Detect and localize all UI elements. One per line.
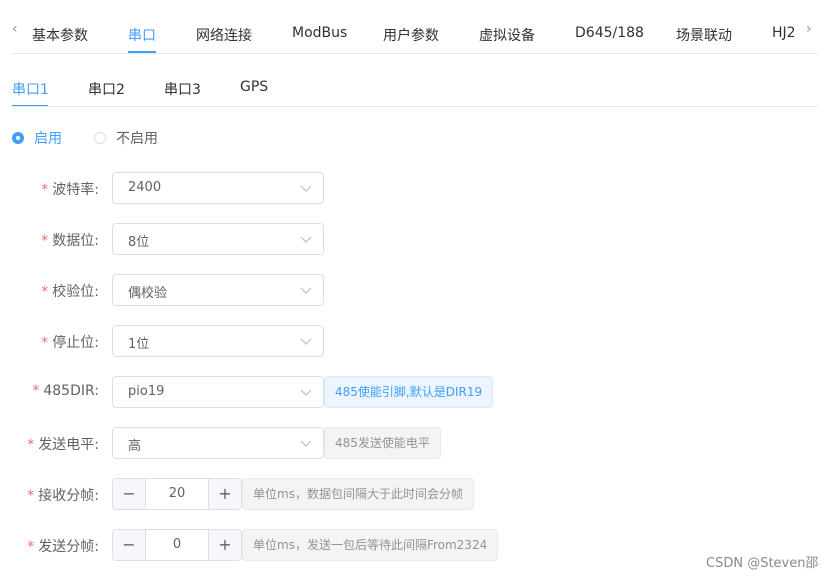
radio-unchecked-icon: [94, 132, 106, 144]
chevron-left-icon[interactable]: ‹: [12, 22, 18, 36]
stop-bits-select[interactable]: 1位: [112, 325, 324, 357]
form-row-stop-bits: * 停止位: 1位: [0, 325, 836, 357]
tab-hj2[interactable]: HJ2: [772, 25, 796, 41]
required-mark: *: [41, 233, 49, 249]
subtab-divider: [12, 106, 818, 107]
radio-disable-label: 不启用: [116, 131, 158, 147]
tab-d645[interactable]: D645/188: [575, 25, 644, 41]
tab-scene-linkage[interactable]: 场景联动: [676, 25, 732, 45]
tab-serial-2[interactable]: 串口2: [88, 79, 125, 99]
recv-frame-label: * 接收分帧:: [27, 488, 99, 504]
radio-checked-icon: [12, 132, 24, 144]
tab-divider: [12, 53, 818, 54]
send-level-label: * 发送电平:: [27, 437, 99, 453]
tab-network[interactable]: 网络连接: [196, 25, 252, 45]
chevron-down-icon: [300, 236, 312, 243]
recv-frame-increment-button[interactable]: +: [208, 479, 241, 509]
top-tab-bar: ‹ 基本参数 串口 网络连接 ModBus 用户参数 虚拟设备 D645/188…: [0, 0, 836, 54]
chevron-down-icon: [300, 287, 312, 294]
form-row-parity: * 校验位: 偶校验: [0, 274, 836, 306]
tab-serial[interactable]: 串口: [128, 25, 156, 45]
chevron-down-icon: [300, 185, 312, 192]
stop-bits-value: 1位: [128, 337, 150, 352]
send-frame-hint: 单位ms，发送一包后等待此间隔From2324: [242, 529, 499, 561]
sub-tab-bar: 串口1 串口2 串口3 GPS: [0, 60, 836, 108]
tab-modbus[interactable]: ModBus: [292, 25, 347, 41]
data-bits-label: * 数据位:: [41, 233, 99, 249]
baud-rate-label: * 波特率:: [41, 182, 99, 198]
required-mark: *: [27, 437, 35, 453]
send-frame-stepper: − 0 +: [112, 529, 242, 561]
parity-value: 偶校验: [128, 286, 168, 301]
form-row-send-level: * 发送电平: 高 485发送使能电平: [0, 427, 836, 459]
recv-frame-input[interactable]: 20: [146, 479, 208, 509]
radio-disable[interactable]: 不启用: [94, 130, 158, 147]
chevron-down-icon: [300, 440, 312, 447]
tab-virtual-device[interactable]: 虚拟设备: [479, 25, 535, 45]
send-level-select[interactable]: 高: [112, 427, 324, 459]
recv-frame-hint: 单位ms，数据包间隔大于此时间会分帧: [242, 478, 474, 510]
send-level-hint: 485发送使能电平: [324, 427, 441, 459]
recv-frame-stepper: − 20 +: [112, 478, 242, 510]
dir485-select[interactable]: pio19: [112, 376, 324, 408]
send-level-value: 高: [128, 439, 142, 454]
parity-label: * 校验位:: [41, 284, 99, 300]
form-row-485dir: * 485DIR: pio19 485使能引脚,默认是DIR19: [0, 376, 836, 408]
tab-serial-3[interactable]: 串口3: [164, 79, 201, 99]
required-mark: *: [27, 539, 35, 555]
send-frame-input[interactable]: 0: [146, 530, 208, 560]
data-bits-value: 8位: [128, 235, 150, 250]
required-mark: *: [41, 284, 49, 300]
stop-bits-label: * 停止位:: [41, 335, 99, 351]
form-row-data-bits: * 数据位: 8位: [0, 223, 836, 255]
required-mark: *: [27, 488, 35, 504]
tab-user-params[interactable]: 用户参数: [383, 25, 439, 45]
send-frame-increment-button[interactable]: +: [208, 530, 241, 560]
parity-select[interactable]: 偶校验: [112, 274, 324, 306]
chevron-down-icon: [300, 389, 312, 396]
baud-rate-select[interactable]: 2400: [112, 172, 324, 204]
required-mark: *: [32, 383, 40, 399]
tab-serial-1[interactable]: 串口1: [12, 79, 49, 99]
tab-gps[interactable]: GPS: [240, 79, 268, 95]
form-row-recv-frame: * 接收分帧: − 20 + 单位ms，数据包间隔大于此时间会分帧: [0, 478, 836, 510]
radio-enable-label: 启用: [34, 131, 62, 147]
required-mark: *: [41, 182, 49, 198]
chevron-down-icon: [300, 338, 312, 345]
baud-rate-value: 2400: [128, 180, 162, 195]
form-row-baud-rate: * 波特率: 2400: [0, 172, 836, 204]
dir485-hint: 485使能引脚,默认是DIR19: [324, 376, 494, 408]
dir485-value: pio19: [128, 384, 165, 399]
send-frame-label: * 发送分帧:: [27, 539, 99, 555]
send-frame-decrement-button[interactable]: −: [113, 530, 146, 560]
dir485-label: * 485DIR:: [32, 383, 99, 399]
data-bits-select[interactable]: 8位: [112, 223, 324, 255]
chevron-right-icon[interactable]: ›: [806, 22, 812, 36]
watermark: CSDN @Steven邵: [706, 556, 819, 571]
required-mark: *: [41, 335, 49, 351]
tab-basic-params[interactable]: 基本参数: [32, 25, 88, 45]
radio-enable[interactable]: 启用: [12, 130, 62, 147]
recv-frame-decrement-button[interactable]: −: [113, 479, 146, 509]
